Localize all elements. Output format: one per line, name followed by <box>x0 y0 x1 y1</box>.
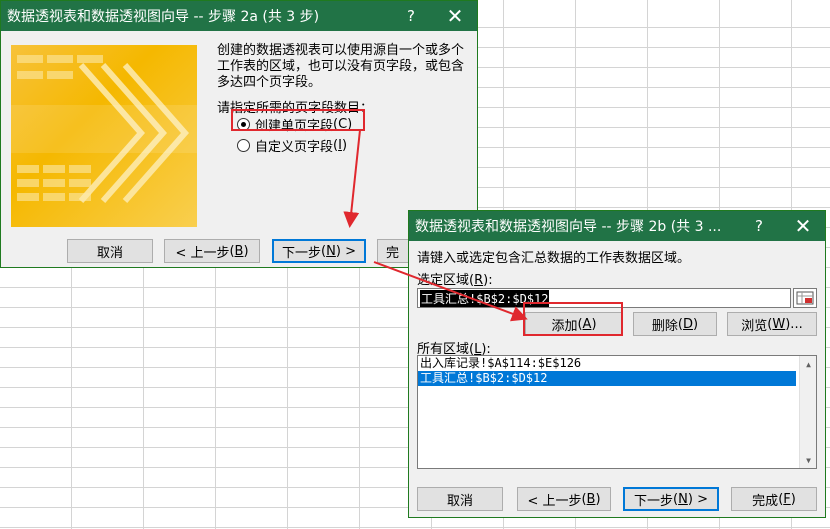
close-button[interactable]: ✕ <box>433 1 477 31</box>
all-ranges-listbox[interactable]: 出入库记录!$A$114:$E$126 工具汇总!$B$2:$D$12 ▲ ▼ <box>417 355 817 469</box>
finish-label: 完成 <box>752 493 779 509</box>
delete-label: 删除 <box>651 318 678 334</box>
cancel-button[interactable]: 取消 <box>67 239 153 263</box>
highlight-box-single-page <box>231 109 365 131</box>
collapse-dialog-button[interactable] <box>793 288 817 308</box>
range-instruction: 请键入或选定包含汇总数据的工作表数据区域。 <box>417 251 691 266</box>
browse-label: 浏览 <box>741 318 768 334</box>
selected-range-text: 选定区域 <box>417 273 470 288</box>
cancel-button[interactable]: 取消 <box>417 487 503 511</box>
list-item[interactable]: 出入库记录!$A$114:$E$126 <box>418 356 796 371</box>
mnemonic-n: N <box>326 243 336 259</box>
pivot-wizard-step-2a-dialog: 数据透视表和数据透视图向导 -- 步骤 2a (共 3 步) ? ✕ 创建的数据… <box>0 0 478 268</box>
mnemonic-b: B <box>234 243 244 259</box>
scroll-up-icon[interactable]: ▲ <box>800 356 817 372</box>
dialog-title: 数据透视表和数据透视图向导 -- 步骤 2a (共 3 步) <box>7 9 320 25</box>
radio-custom-page-field[interactable]: 自定义页字段(I) <box>237 136 347 155</box>
dialog-title-bar[interactable]: 数据透视表和数据透视图向导 -- 步骤 2a (共 3 步) ? ✕ <box>1 1 477 31</box>
close-button[interactable]: ✕ <box>781 211 825 241</box>
dialog-title: 数据透视表和数据透视图向导 -- 步骤 2b (共 3 ... <box>415 219 722 235</box>
wizard-description: 创建的数据透视表可以使用源自一个或多个工作表的区域，也可以没有页字段，或包含多达… <box>217 43 465 90</box>
help-button[interactable]: ? <box>737 211 781 241</box>
back-button[interactable]: < 上一步(B) <box>517 487 611 511</box>
next-label: 下一步 <box>634 493 674 509</box>
next-label: 下一步 <box>282 245 322 261</box>
next-button[interactable]: 下一步(N) > <box>272 239 366 263</box>
mnemonic-b: B <box>586 491 596 507</box>
back-label: < 上一步 <box>175 245 230 261</box>
finish-button[interactable]: 完成(F) <box>731 487 817 511</box>
delete-button[interactable]: 删除(D) <box>633 312 717 336</box>
dialog-title-bar[interactable]: 数据透视表和数据透视图向导 -- 步骤 2b (共 3 ... ? ✕ <box>409 211 825 241</box>
radio-unselected-icon <box>237 139 250 152</box>
highlight-box-add <box>523 302 623 336</box>
next-chevron: > <box>340 243 356 259</box>
listbox-scrollbar[interactable]: ▲ ▼ <box>799 356 816 468</box>
radio-custom-label: 自定义页字段 <box>255 140 334 155</box>
browse-button[interactable]: 浏览(W)... <box>727 312 817 336</box>
next-chevron: > <box>692 491 708 507</box>
selected-range-label: 选定区域(R): <box>417 273 493 288</box>
range-picker-icon <box>796 291 814 305</box>
next-button[interactable]: 下一步(N) > <box>623 487 719 511</box>
mnemonic-r: R <box>474 273 484 288</box>
pivot-table-art-icon <box>11 55 197 203</box>
pivot-wizard-step-2b-dialog: 数据透视表和数据透视图向导 -- 步骤 2b (共 3 ... ? ✕ 请键入或… <box>408 210 826 518</box>
list-item-selected[interactable]: 工具汇总!$B$2:$D$12 <box>418 371 796 386</box>
mnemonic-w: W <box>772 316 786 332</box>
scroll-down-icon[interactable]: ▼ <box>800 452 817 468</box>
mnemonic-f: F <box>783 491 791 507</box>
back-label: < 上一步 <box>527 493 582 509</box>
back-button[interactable]: < 上一步(B) <box>164 239 260 263</box>
help-button[interactable]: ? <box>389 1 433 31</box>
mnemonic-i: I <box>338 138 342 153</box>
wizard-illustration <box>11 45 197 227</box>
mnemonic-d: D <box>683 316 694 332</box>
mnemonic-n: N <box>678 491 688 507</box>
